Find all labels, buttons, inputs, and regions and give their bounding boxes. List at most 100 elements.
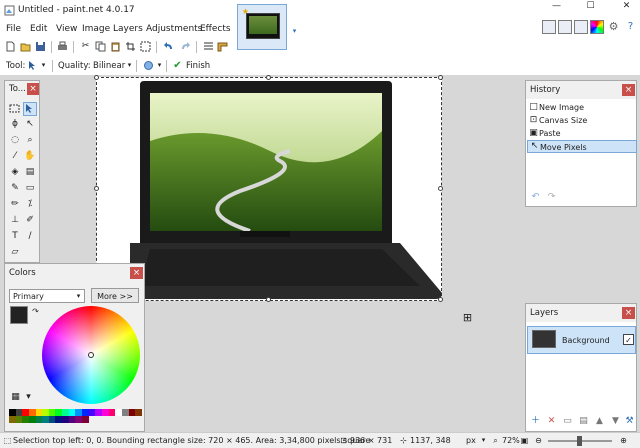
ellipse-select-tool-icon[interactable]: ◌ bbox=[9, 135, 21, 147]
redo-icon[interactable]: ↷ bbox=[546, 192, 557, 203]
palette-swatch[interactable] bbox=[68, 416, 76, 423]
new-file-icon[interactable] bbox=[5, 41, 16, 52]
palette-swatch[interactable] bbox=[28, 409, 36, 416]
help-icon[interactable]: ? bbox=[625, 21, 636, 32]
selection-handle[interactable] bbox=[438, 75, 443, 80]
close-icon[interactable]: × bbox=[27, 83, 39, 95]
paintbrush-tool-icon[interactable]: ✎ bbox=[9, 183, 21, 195]
color-picker-tool-icon[interactable]: ⁒ bbox=[24, 199, 36, 211]
primary-color-swatch[interactable] bbox=[10, 306, 28, 324]
layer-properties-icon[interactable]: ⚒ bbox=[624, 416, 635, 427]
antialias-icon[interactable] bbox=[143, 60, 154, 71]
gear-icon[interactable]: ⚙ bbox=[608, 21, 619, 32]
close-icon[interactable]: × bbox=[130, 267, 143, 279]
delete-layer-icon[interactable]: ✕ bbox=[546, 416, 557, 427]
menu-file[interactable]: File bbox=[6, 24, 21, 34]
zoom-in-icon[interactable]: ⊕ bbox=[618, 435, 629, 446]
crop-icon[interactable] bbox=[125, 41, 136, 52]
swap-colors-icon[interactable]: ↷ bbox=[30, 306, 41, 317]
zoom-to-window-icon[interactable]: ▣ bbox=[519, 435, 530, 446]
menu-effects[interactable]: Effects bbox=[200, 24, 231, 34]
cut-icon[interactable]: ✂ bbox=[80, 41, 91, 52]
palette-swatch[interactable] bbox=[82, 409, 89, 416]
history-window-toggle-icon[interactable] bbox=[558, 20, 572, 34]
palette-swatch[interactable] bbox=[55, 416, 63, 423]
history-item-new-image[interactable]: □ New Image bbox=[527, 101, 637, 114]
quality-select[interactable]: Bilinear bbox=[93, 61, 125, 71]
palette-swatch[interactable] bbox=[128, 409, 136, 416]
chevron-down-icon[interactable]: ▾ bbox=[73, 291, 84, 302]
copy-icon[interactable] bbox=[95, 41, 106, 52]
chevron-down-icon[interactable]: ▾ bbox=[289, 26, 300, 37]
deselect-icon[interactable] bbox=[140, 41, 151, 52]
palette-swatch[interactable] bbox=[62, 409, 69, 416]
palette-swatch[interactable] bbox=[62, 416, 69, 423]
eraser-tool-icon[interactable]: ▭ bbox=[24, 183, 36, 195]
clone-stamp-tool-icon[interactable]: ⊥ bbox=[9, 215, 21, 227]
menu-layers[interactable]: Layers bbox=[113, 24, 143, 34]
colors-window-toggle-icon[interactable] bbox=[590, 20, 604, 34]
save-icon[interactable] bbox=[35, 41, 46, 52]
palette-swatch[interactable] bbox=[82, 416, 89, 423]
palette-swatch[interactable] bbox=[88, 409, 96, 416]
zoom-out-icon[interactable]: ⊖ bbox=[533, 435, 544, 446]
line-curve-tool-icon[interactable]: ∕ bbox=[24, 231, 36, 243]
history-item-canvas-size[interactable]: ⊡ Canvas Size bbox=[527, 114, 637, 127]
selection-handle[interactable] bbox=[266, 75, 271, 80]
palette-swatch[interactable] bbox=[68, 409, 76, 416]
history-item-paste[interactable]: ▣ Paste bbox=[527, 127, 637, 140]
move-selection-tool-icon[interactable] bbox=[23, 102, 37, 116]
unit-select[interactable]: px bbox=[466, 436, 476, 445]
palette-swatch[interactable] bbox=[48, 409, 56, 416]
zoom-slider-thumb[interactable] bbox=[577, 436, 582, 446]
palette-swatch[interactable] bbox=[42, 416, 49, 423]
selection-handle[interactable] bbox=[438, 297, 443, 302]
magic-wand-tool-icon[interactable]: ⁄ bbox=[9, 151, 21, 163]
palette-swatch[interactable] bbox=[121, 409, 129, 416]
palette-swatch[interactable] bbox=[9, 416, 16, 423]
color-wheel[interactable] bbox=[42, 306, 140, 404]
open-folder-icon[interactable] bbox=[20, 41, 31, 52]
move-layer-down-icon[interactable]: ▼ bbox=[610, 416, 621, 427]
minimize-icon[interactable]: — bbox=[551, 1, 562, 12]
palette-swatch[interactable] bbox=[42, 409, 49, 416]
palette-options-icon[interactable]: ▾ bbox=[23, 392, 34, 403]
finish-button[interactable]: Finish bbox=[186, 61, 210, 71]
selection-handle[interactable] bbox=[266, 297, 271, 302]
history-item-move-pixels[interactable]: ↖ Move Pixels bbox=[527, 140, 637, 153]
layer-visibility-checkbox[interactable]: ✓ bbox=[623, 334, 634, 345]
menu-edit[interactable]: Edit bbox=[30, 24, 47, 34]
layer-row-background[interactable]: Background ✓ bbox=[527, 326, 636, 354]
tools-window-toggle-icon[interactable] bbox=[542, 20, 556, 34]
palette-swatch[interactable] bbox=[9, 409, 16, 416]
chevron-down-icon[interactable]: ▾ bbox=[38, 60, 49, 71]
move-layer-up-icon[interactable]: ▲ bbox=[594, 416, 605, 427]
move-selection-tool-icon[interactable] bbox=[27, 60, 38, 71]
redo-icon[interactable] bbox=[180, 41, 191, 52]
palette-swatch[interactable] bbox=[35, 416, 43, 423]
grid-icon[interactable] bbox=[203, 41, 214, 52]
pan-tool-icon[interactable]: ✋ bbox=[24, 151, 36, 163]
selection-handle[interactable] bbox=[94, 75, 99, 80]
selection-rectangle[interactable] bbox=[96, 77, 442, 301]
palette-swatch[interactable] bbox=[35, 409, 43, 416]
paint-bucket-tool-icon[interactable]: ◈ bbox=[9, 167, 21, 179]
selection-handle[interactable] bbox=[438, 186, 443, 191]
close-icon[interactable]: × bbox=[622, 307, 635, 319]
more-colors-button[interactable]: More >> bbox=[91, 288, 139, 303]
palette-swatch[interactable] bbox=[115, 409, 122, 416]
undo-icon[interactable]: ↶ bbox=[530, 192, 541, 203]
palette-swatch[interactable] bbox=[135, 409, 142, 416]
chevron-down-icon[interactable]: ▾ bbox=[478, 435, 489, 446]
duplicate-layer-icon[interactable]: ▭ bbox=[562, 416, 573, 427]
palette-swatch[interactable] bbox=[108, 409, 116, 416]
merge-layer-icon[interactable]: ▤ bbox=[578, 416, 589, 427]
palette-swatch[interactable] bbox=[15, 409, 23, 416]
palette-swatch[interactable] bbox=[75, 416, 83, 423]
zoom-tool-icon[interactable]: ⌕ bbox=[24, 135, 36, 147]
ruler-icon[interactable] bbox=[217, 41, 228, 52]
rectangle-select-tool-icon[interactable] bbox=[9, 103, 21, 115]
gradient-tool-icon[interactable]: ▤ bbox=[24, 167, 36, 179]
palette-swatch[interactable] bbox=[55, 409, 63, 416]
palette-swatch[interactable] bbox=[75, 409, 83, 416]
